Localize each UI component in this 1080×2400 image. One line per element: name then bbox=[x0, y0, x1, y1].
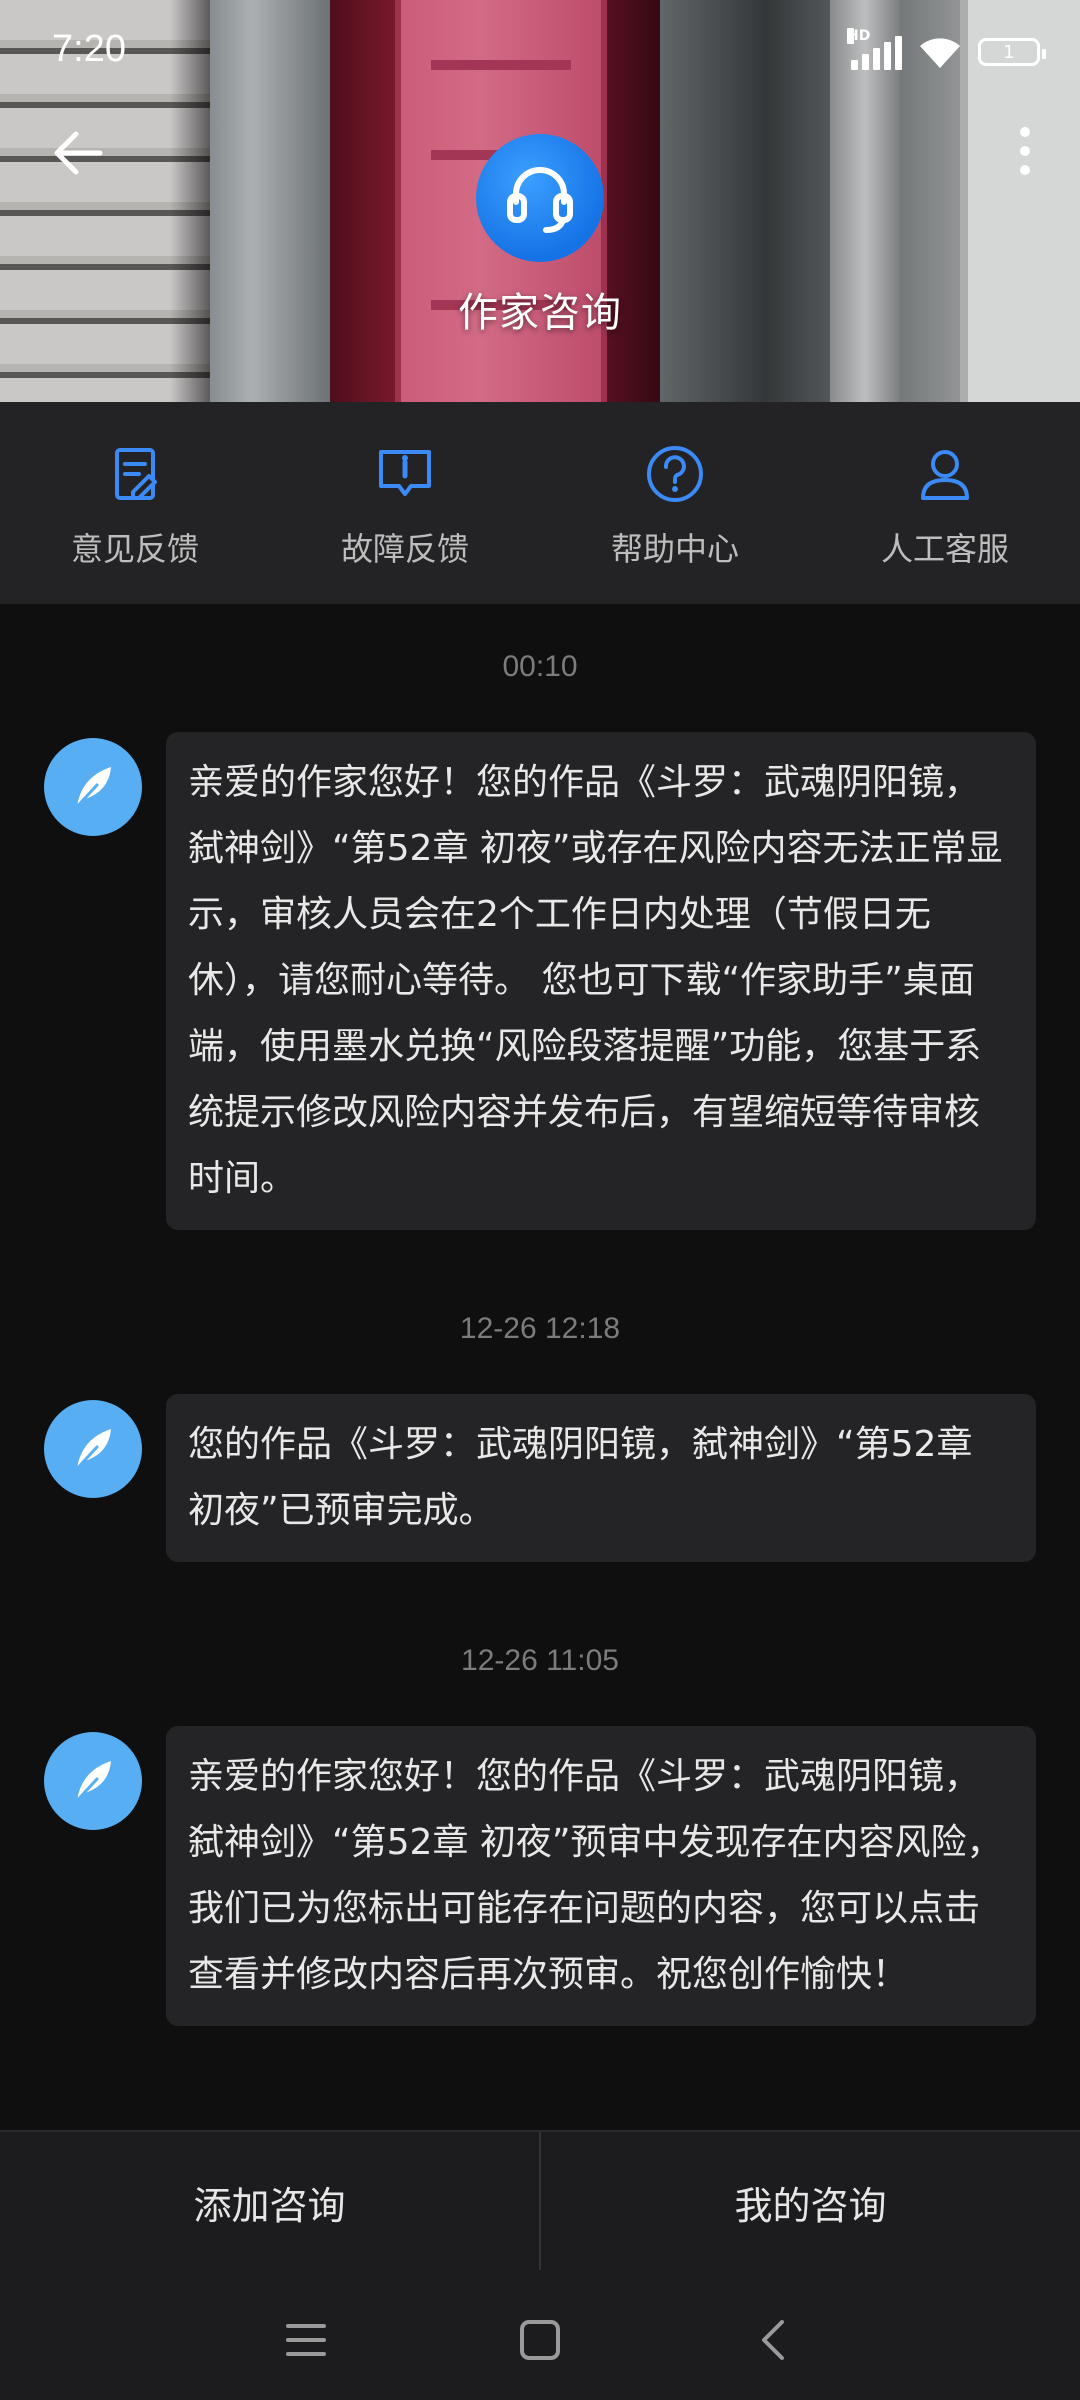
nav-home-button[interactable] bbox=[510, 2310, 570, 2370]
feather-icon bbox=[71, 1761, 111, 1807]
nav-menu-button[interactable] bbox=[276, 2310, 336, 2370]
square-home-icon bbox=[520, 2320, 560, 2360]
consult-avatar bbox=[476, 134, 604, 262]
status-bar: 7:20 HD 1 bbox=[0, 0, 1080, 100]
feedback-label: 意见反馈 bbox=[70, 530, 199, 568]
message-time: 00:10 bbox=[502, 650, 578, 683]
feather-icon bbox=[71, 1429, 111, 1475]
page-title: 作家咨询 bbox=[458, 290, 622, 336]
quick-actions: 意见反馈 故障反馈 帮助中心 人工客服 bbox=[0, 402, 1080, 604]
add-consult-button[interactable]: 添加咨询 bbox=[0, 2132, 539, 2272]
chevron-left-icon bbox=[762, 2320, 784, 2360]
message-time: 12-26 11:05 bbox=[461, 1644, 619, 1677]
person-icon bbox=[921, 450, 969, 500]
bot-avatar bbox=[44, 738, 142, 836]
hd-label: HD bbox=[847, 28, 871, 44]
help-center-label: 帮助中心 bbox=[610, 530, 739, 568]
system-nav-bar bbox=[0, 2270, 1080, 2400]
arrow-left-icon bbox=[54, 131, 103, 175]
human-service-label: 人工客服 bbox=[880, 530, 1009, 568]
nav-back-button[interactable] bbox=[744, 2310, 804, 2370]
message-time: 12-26 12:18 bbox=[459, 1312, 621, 1345]
bottom-action-bar: 添加咨询 我的咨询 bbox=[0, 2130, 1080, 2272]
human-service-button[interactable]: 人工客服 bbox=[810, 402, 1080, 604]
wifi-icon bbox=[920, 38, 960, 68]
bug-report-label: 故障反馈 bbox=[340, 530, 469, 568]
my-consult-button[interactable]: 我的咨询 bbox=[541, 2132, 1080, 2272]
status-time: 7:20 bbox=[52, 28, 126, 70]
feather-icon bbox=[71, 767, 111, 813]
message-bubble: 亲爱的作家您好！您的作品《斗罗：武魂阴阳镜，弑神剑》“第52章 初夜”预审中发现… bbox=[166, 1726, 1036, 2026]
more-options-button[interactable] bbox=[1000, 118, 1050, 188]
signal-icon: HD bbox=[847, 28, 902, 70]
message-bubble: 您的作品《斗罗：武魂阴阳镜，弑神剑》“第52章 初夜”已预审完成。 bbox=[166, 1394, 1036, 1562]
back-button[interactable] bbox=[44, 118, 114, 188]
more-vertical-icon bbox=[1020, 127, 1030, 175]
help-circle-icon bbox=[647, 446, 703, 502]
menu-icon bbox=[286, 2324, 326, 2356]
battery-icon: 1 bbox=[978, 38, 1046, 66]
bug-report-button[interactable]: 故障反馈 bbox=[270, 402, 540, 604]
headset-icon bbox=[507, 167, 573, 233]
message-list[interactable]: 00:10 亲爱的作家您好！您的作品《斗罗：武魂阴阳镜，弑神剑》“第52章 初夜… bbox=[0, 604, 1080, 2130]
alert-message-icon bbox=[379, 450, 431, 496]
bot-avatar bbox=[44, 1732, 142, 1830]
battery-level: 1 bbox=[1003, 41, 1015, 63]
edit-note-icon bbox=[115, 448, 157, 500]
header: 7:20 HD 1 作家咨询 bbox=[0, 0, 1080, 402]
message-bubble: 亲爱的作家您好！您的作品《斗罗：武魂阴阳镜，弑神剑》“第52章 初夜”或存在风险… bbox=[166, 732, 1036, 1230]
bot-avatar bbox=[44, 1400, 142, 1498]
feedback-button[interactable]: 意见反馈 bbox=[0, 402, 270, 604]
help-center-button[interactable]: 帮助中心 bbox=[540, 402, 810, 604]
